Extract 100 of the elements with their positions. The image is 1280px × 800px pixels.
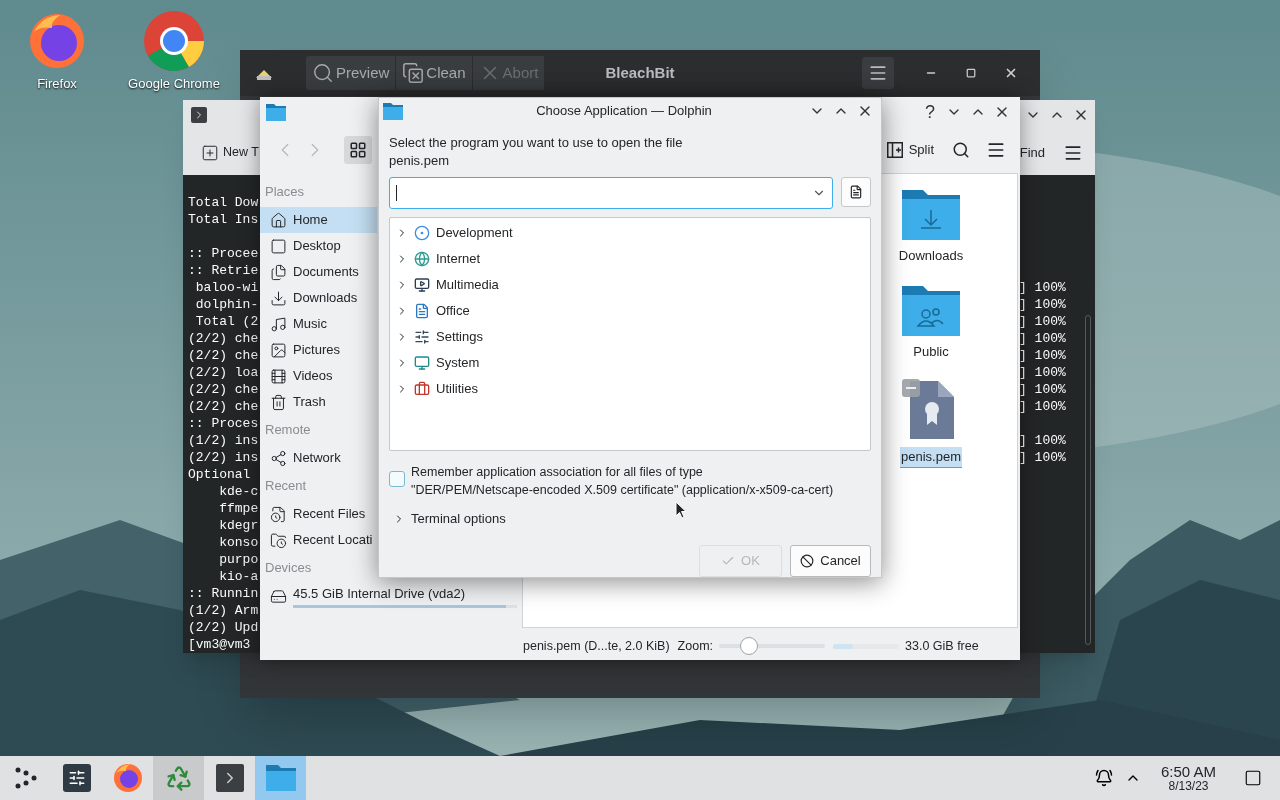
toolbox-icon	[414, 381, 430, 397]
desktop-icon-label[interactable]: Google Chrome	[128, 74, 220, 94]
terminal-line: ] 100%	[1019, 347, 1067, 364]
desktop-icon-label[interactable]: Firefox	[37, 74, 77, 94]
people-folder-icon	[901, 283, 961, 336]
prompt-text: Select the program you want to use to open the file	[389, 134, 684, 152]
terminal-line: (2/2) ins	[188, 449, 260, 466]
terminal-line: (1/2) ins	[188, 432, 260, 449]
sidebar-item[interactable]: Downloads	[260, 285, 377, 311]
menu-icon	[868, 63, 888, 83]
sidebar-item[interactable]: Home	[260, 207, 377, 233]
free-space-text: 33.0 GiB free	[905, 637, 979, 655]
house-icon	[270, 211, 287, 229]
terminal-line: ] 100%	[1019, 381, 1067, 398]
file-name[interactable]: Public	[912, 341, 950, 361]
chrome-logo-icon[interactable]	[142, 9, 206, 73]
monitor-icon	[414, 355, 430, 371]
sidebar-item[interactable]: Trash	[260, 389, 377, 415]
sidebar-item[interactable]: Documents	[260, 259, 377, 285]
grid-icon	[349, 141, 367, 159]
new-tab-button[interactable]: New T	[201, 143, 259, 162]
terminal-line: (2/2) che	[188, 398, 260, 415]
tree-item[interactable]: Utilities	[390, 376, 870, 402]
icons-view-button[interactable]	[344, 136, 372, 164]
toolbar-button[interactable]: Clean	[396, 56, 473, 90]
cancel-button[interactable]: Cancel	[790, 545, 871, 577]
menu-button[interactable]	[862, 57, 894, 89]
terminal-line: (2/2) che	[188, 347, 260, 364]
terminal-line: ] 100%	[1019, 296, 1067, 313]
search-button[interactable]	[952, 141, 970, 159]
file-name[interactable]: Downloads	[897, 246, 965, 266]
settings-app-icon[interactable]	[62, 764, 91, 792]
firefox-logo-icon[interactable]	[112, 763, 143, 793]
help-button[interactable]: ?	[918, 98, 942, 126]
terminal-line: Total Ins	[188, 211, 260, 228]
show-desktop-icon[interactable]	[1244, 769, 1262, 787]
terminal-line: kde-c	[218, 483, 260, 500]
terminal-options-expander[interactable]: Terminal options	[389, 509, 506, 529]
sidebar-item[interactable]: Pictures	[260, 337, 377, 363]
terminal-line: dolphin-	[194, 296, 260, 313]
zoom-slider[interactable]	[719, 636, 826, 656]
sidebar-item[interactable]: Recent Files	[260, 501, 377, 527]
sidebar-item[interactable]: Music	[260, 311, 377, 337]
sidebar-item[interactable]: Desktop	[260, 233, 377, 259]
download-icon	[270, 289, 287, 307]
terminal-line: ] 100%	[1019, 432, 1067, 449]
tree-item[interactable]: Settings	[390, 324, 870, 350]
tree-item[interactable]: Internet	[390, 246, 870, 272]
terminal-line: :: Procee	[188, 245, 260, 262]
sidebar-item[interactable]: Network	[260, 445, 377, 471]
clock[interactable]: 6:50 AM 8/13/23	[1160, 756, 1216, 800]
document-icon	[414, 303, 430, 319]
folder-icon	[266, 103, 286, 121]
square-icon	[270, 237, 287, 255]
terminal-line: ] 100%	[1019, 330, 1067, 347]
maximize-icon	[966, 68, 976, 78]
application-input[interactable]	[389, 177, 833, 209]
drive-icon	[270, 587, 287, 605]
terminal-line: ] 100%	[1019, 313, 1067, 330]
terminal-line: purpo	[218, 551, 260, 568]
tree-item[interactable]: Office	[390, 298, 870, 324]
terminal-line: [vm3@vm3	[188, 636, 252, 653]
documents-icon	[270, 263, 287, 281]
sidebar-item[interactable]: 45.5 GiB Internal Drive (vda2)	[260, 583, 522, 609]
section-heading: Devices	[264, 559, 312, 578]
checkbox[interactable]	[389, 471, 405, 487]
folder-clock-icon	[270, 531, 287, 549]
download-folder-icon	[901, 188, 961, 240]
terminal-line: ] 100%	[1019, 398, 1067, 415]
find-button[interactable]: Find	[1019, 142, 1045, 163]
toolbar-button[interactable]: Preview	[306, 56, 397, 90]
terminal-line: (2/2) che	[188, 381, 260, 398]
circle-dot-icon	[414, 225, 430, 241]
tree-item[interactable]: Development	[390, 220, 870, 246]
sidebar-item[interactable]: Recent Locati	[260, 527, 377, 553]
sliders-icon	[414, 329, 430, 345]
network-icon	[270, 449, 287, 467]
folder-icon	[383, 102, 403, 120]
split-button[interactable]: Split	[886, 140, 934, 160]
tree-item[interactable]: System	[390, 350, 870, 376]
zoom-label: Zoom:	[677, 637, 714, 655]
terminal-line: (2/2) che	[188, 330, 260, 347]
tree-item[interactable]: Multimedia	[390, 272, 870, 298]
window-title: Choose Application — Dolphin	[535, 102, 713, 121]
firefox-logo-icon[interactable]	[28, 12, 86, 70]
sidebar-item[interactable]: Videos	[260, 363, 377, 389]
notification-icon[interactable]	[1094, 769, 1113, 787]
split-icon	[886, 142, 903, 158]
window-title: BleachBit	[605, 62, 675, 83]
folder-app-icon[interactable]	[265, 765, 296, 791]
menu-button[interactable]	[986, 140, 1006, 160]
new-tab-icon	[201, 143, 219, 162]
slider-thumb[interactable]	[739, 637, 758, 655]
terminal-app-icon[interactable]	[215, 764, 244, 792]
recycle-icon[interactable]	[164, 764, 193, 792]
terminal-line: :: Runnin	[188, 585, 260, 602]
browse-button[interactable]	[841, 177, 871, 207]
terminal-line: ffmpe	[218, 500, 260, 517]
terminal-line: :: Proces	[188, 415, 260, 432]
file-name[interactable]: penis.pem	[900, 447, 962, 468]
